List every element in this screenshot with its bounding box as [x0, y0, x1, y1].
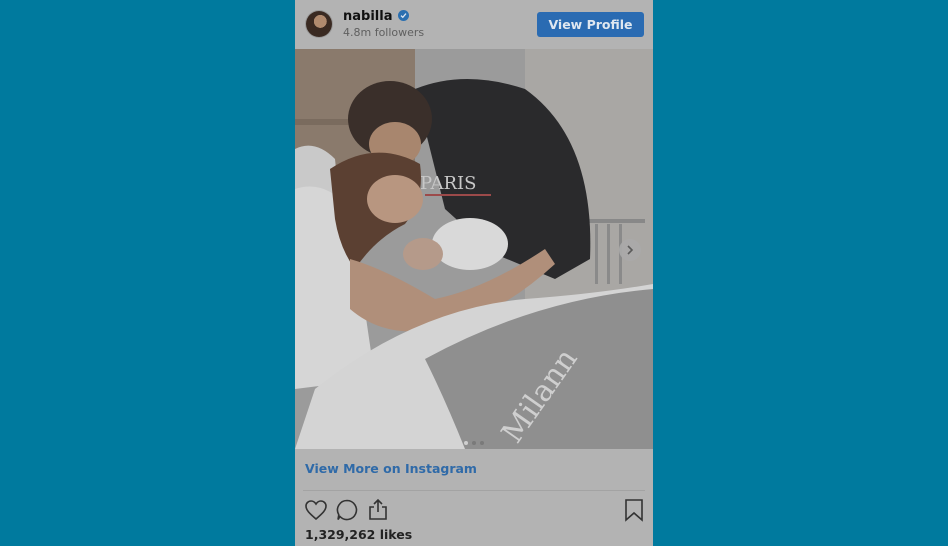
view-more-link[interactable]: View More on Instagram [305, 461, 477, 476]
like-button[interactable] [303, 497, 329, 523]
like-count: 1,329,262 likes [305, 527, 413, 542]
comment-button[interactable] [334, 497, 360, 523]
heart-icon [305, 500, 327, 521]
username[interactable]: nabilla [343, 9, 410, 24]
comment-icon [336, 499, 358, 521]
carousel-dot [464, 441, 468, 445]
carousel-indicator [295, 430, 653, 449]
verified-badge-icon [398, 10, 410, 21]
divider [303, 490, 645, 491]
save-button[interactable] [621, 497, 647, 523]
carousel-dot [472, 441, 476, 445]
share-button[interactable] [365, 497, 391, 523]
username-text[interactable]: nabilla [343, 9, 392, 24]
post-image[interactable]: PARIS Milann [295, 49, 653, 449]
avatar[interactable] [306, 11, 332, 37]
post-header: nabilla 4.8m followers View Profile [295, 0, 653, 49]
carousel-dot [480, 441, 484, 445]
shirt-print: PARIS [420, 173, 476, 194]
instagram-embed-card: nabilla 4.8m followers View Profile PARI… [295, 0, 653, 546]
share-icon [369, 498, 387, 520]
bookmark-icon [625, 499, 643, 522]
view-profile-button[interactable]: View Profile [537, 12, 644, 37]
follower-count: 4.8m followers [343, 26, 425, 39]
chevron-right-icon [627, 245, 634, 255]
next-image-button[interactable] [619, 239, 641, 261]
